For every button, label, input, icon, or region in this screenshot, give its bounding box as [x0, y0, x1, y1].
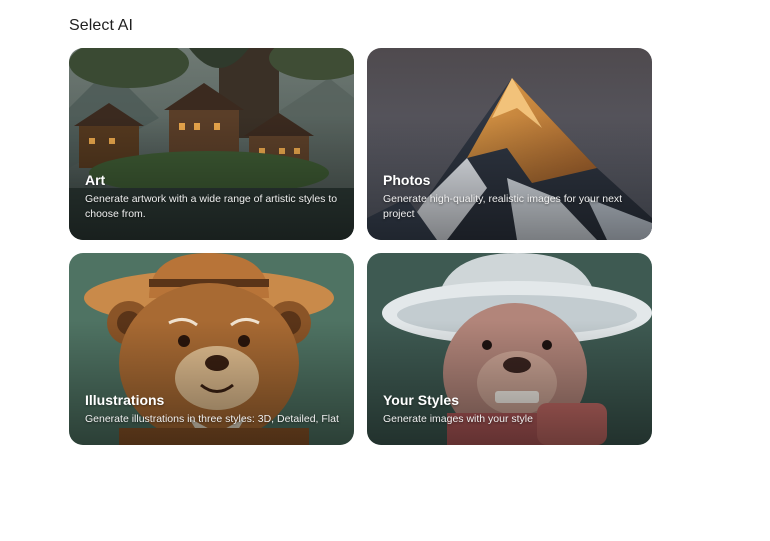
card-description: Generate illustrations in three styles: … — [85, 413, 339, 425]
card-photos[interactable]: Photos Generate high-quality, realistic … — [367, 48, 652, 240]
card-title: Illustrations — [85, 392, 165, 408]
card-description: Generate images with your style — [383, 413, 533, 425]
card-illustrations[interactable]: Illustrations Generate illustrations in … — [69, 253, 354, 445]
card-description: Generate artwork with a wide range of ar… — [85, 193, 338, 220]
page-title: Select AI — [69, 17, 134, 34]
card-title: Art — [85, 172, 106, 188]
card-art[interactable]: Art Generate artwork with a wide range o… — [69, 48, 354, 240]
card-description: Generate high-quality, realistic images … — [383, 193, 623, 220]
card-title: Photos — [383, 172, 431, 188]
card-your-styles[interactable]: Your Styles Generate images with your st… — [367, 253, 652, 445]
card-title: Your Styles — [383, 392, 459, 408]
